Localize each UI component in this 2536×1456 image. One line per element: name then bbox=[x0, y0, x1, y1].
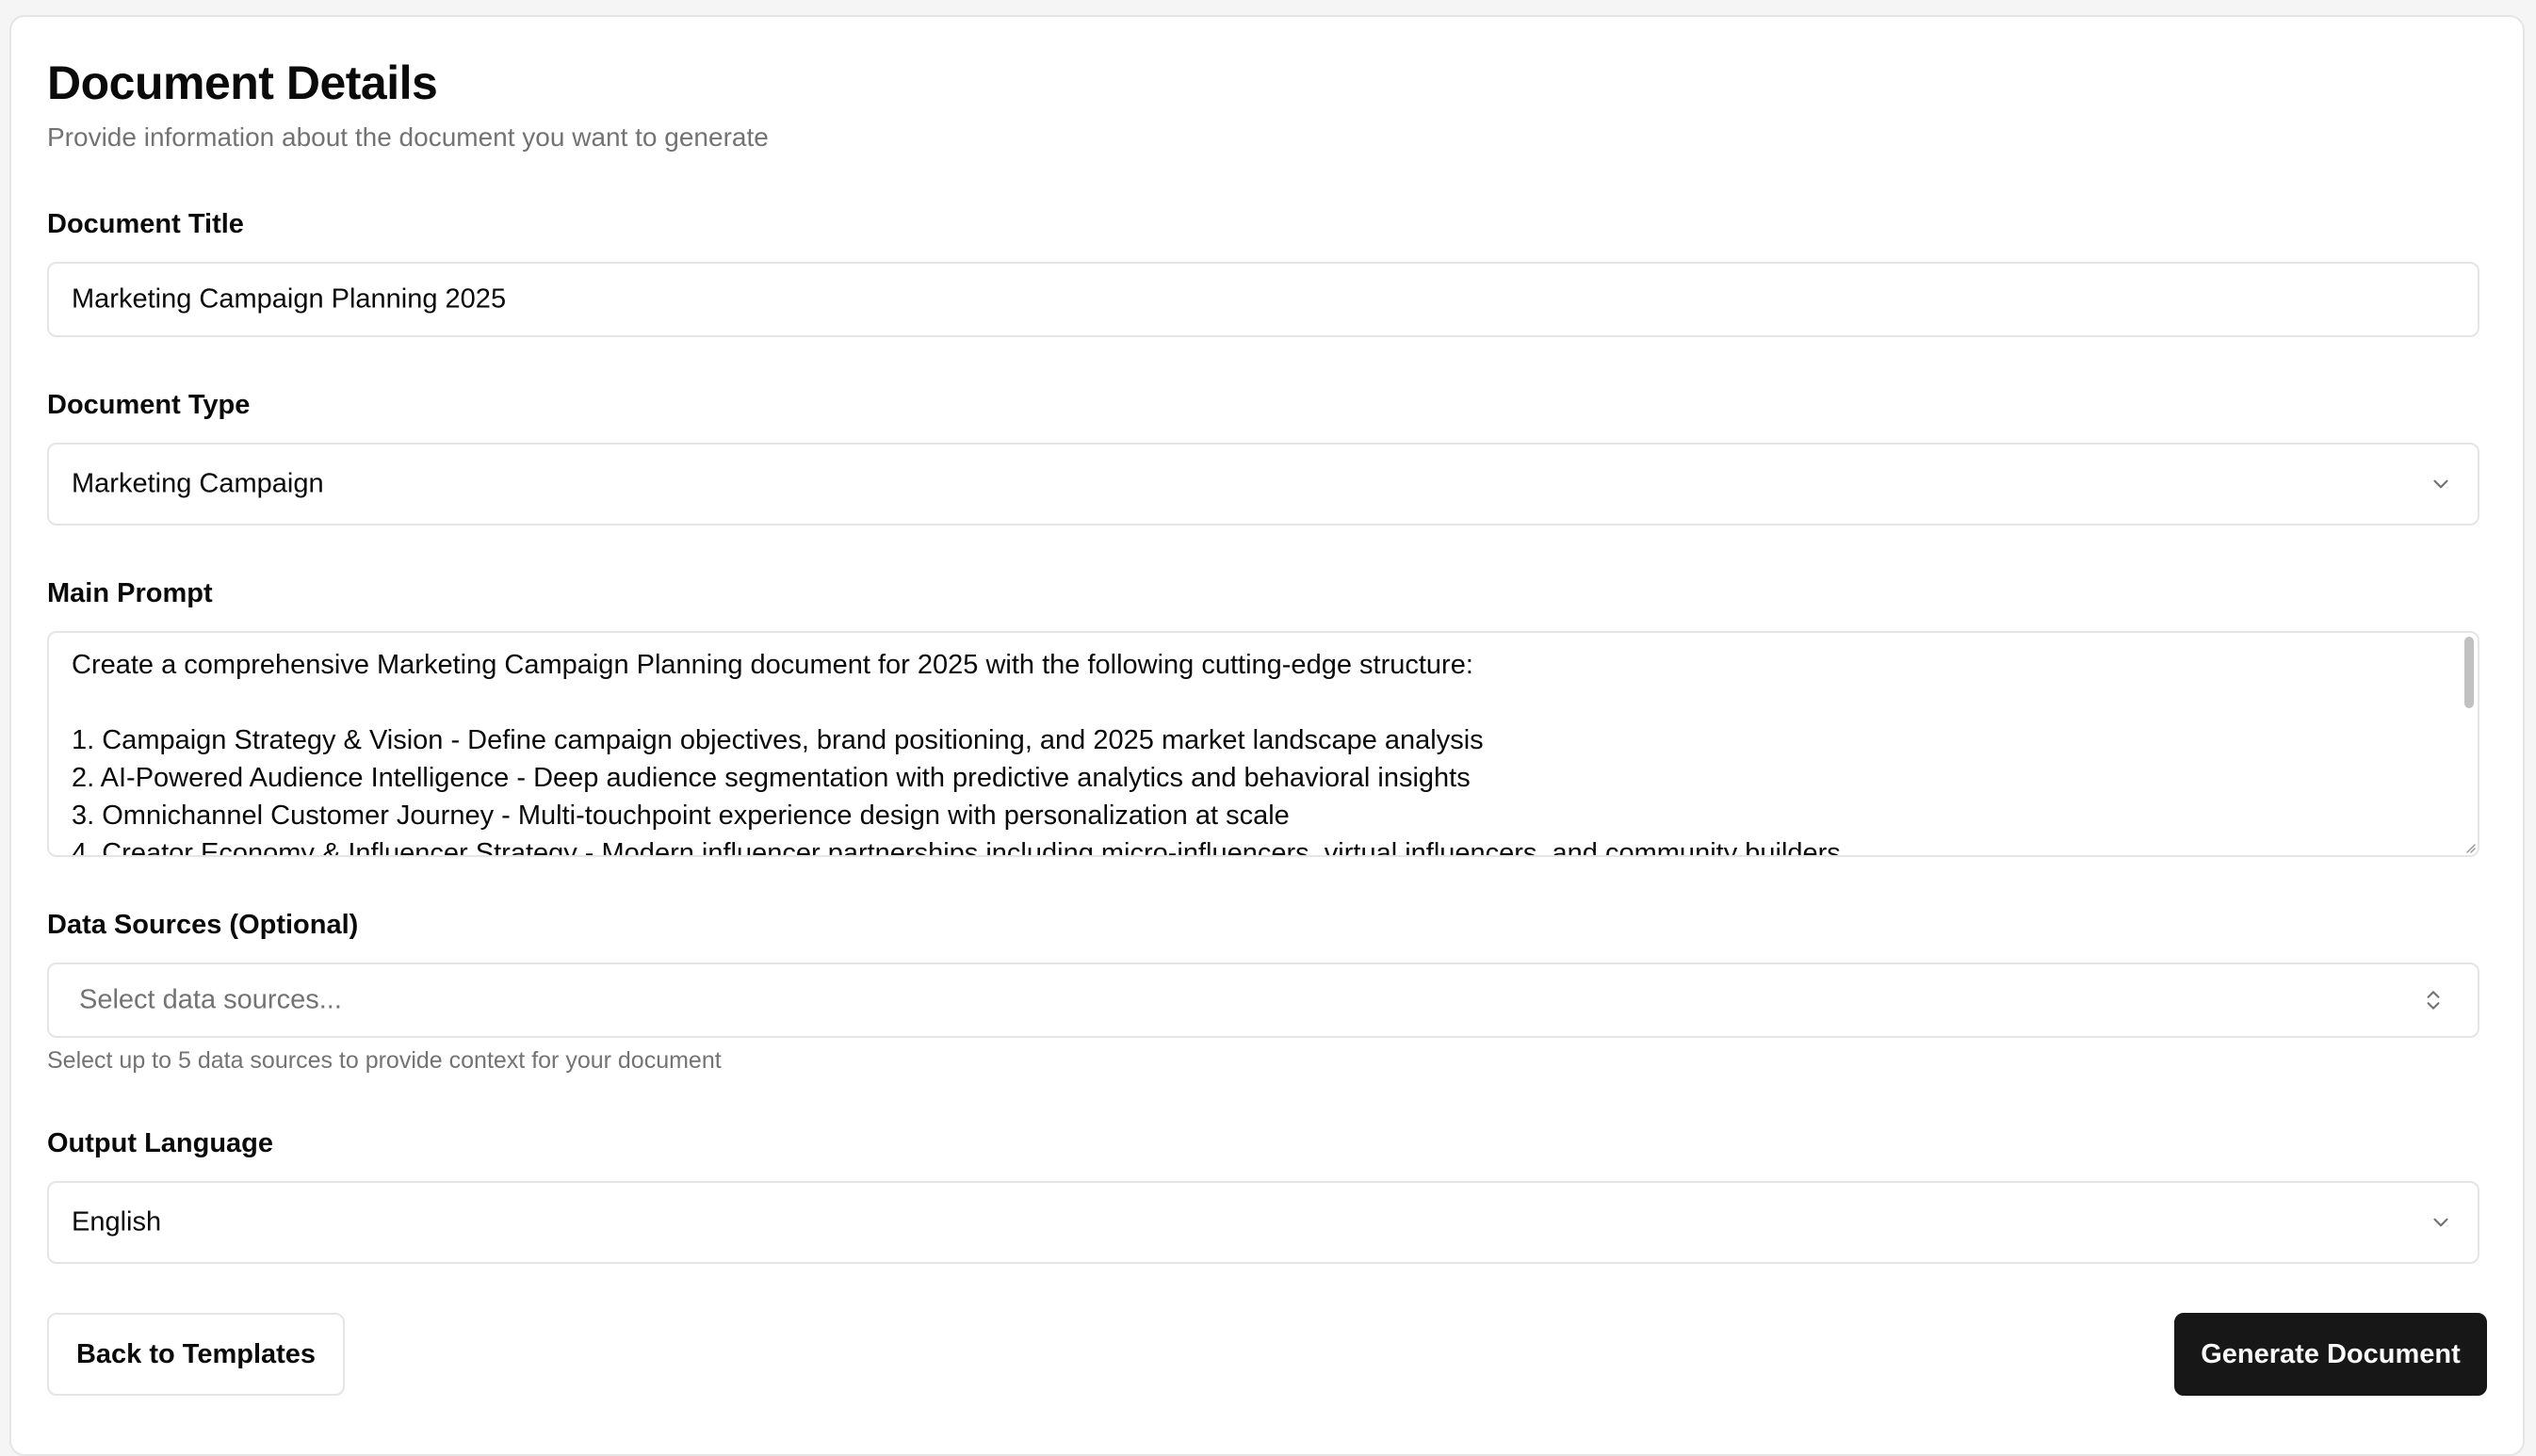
chevron-down-icon bbox=[2433, 479, 2448, 489]
data-sources-hint: Select up to 5 data sources to provide c… bbox=[47, 1047, 722, 1074]
data-sources-placeholder: Select data sources... bbox=[79, 984, 342, 1015]
main-prompt-textarea[interactable]: Create a comprehensive Marketing Campaig… bbox=[47, 631, 2479, 857]
document-type-label: Document Type bbox=[47, 390, 251, 420]
document-title-value: Marketing Campaign Planning 2025 bbox=[72, 283, 507, 315]
output-language-select[interactable]: English bbox=[47, 1181, 2479, 1264]
output-language-value: English bbox=[72, 1206, 162, 1238]
main-prompt-label: Main Prompt bbox=[47, 578, 213, 608]
chevron-down-icon bbox=[2433, 1218, 2448, 1227]
document-title-input[interactable]: Marketing Campaign Planning 2025 bbox=[47, 262, 2479, 337]
back-to-templates-button[interactable]: Back to Templates bbox=[47, 1313, 345, 1396]
document-type-value: Marketing Campaign bbox=[72, 468, 324, 499]
page-subtitle: Provide information about the document y… bbox=[47, 122, 769, 152]
output-language-label: Output Language bbox=[47, 1128, 274, 1158]
document-type-select[interactable]: Marketing Campaign bbox=[47, 443, 2479, 526]
chevrons-up-down-icon bbox=[2427, 991, 2440, 1010]
document-title-label: Document Title bbox=[47, 209, 244, 239]
main-prompt-text: Create a comprehensive Marketing Campaig… bbox=[72, 650, 1841, 857]
main-prompt-scrollbar[interactable] bbox=[2464, 637, 2474, 708]
data-sources-label: Data Sources (Optional) bbox=[47, 910, 359, 940]
generate-document-button[interactable]: Generate Document bbox=[2174, 1313, 2487, 1396]
page-title: Document Details bbox=[47, 57, 438, 109]
data-sources-select[interactable]: Select data sources... bbox=[47, 963, 2479, 1038]
resize-grip-icon[interactable] bbox=[2463, 840, 2476, 853]
